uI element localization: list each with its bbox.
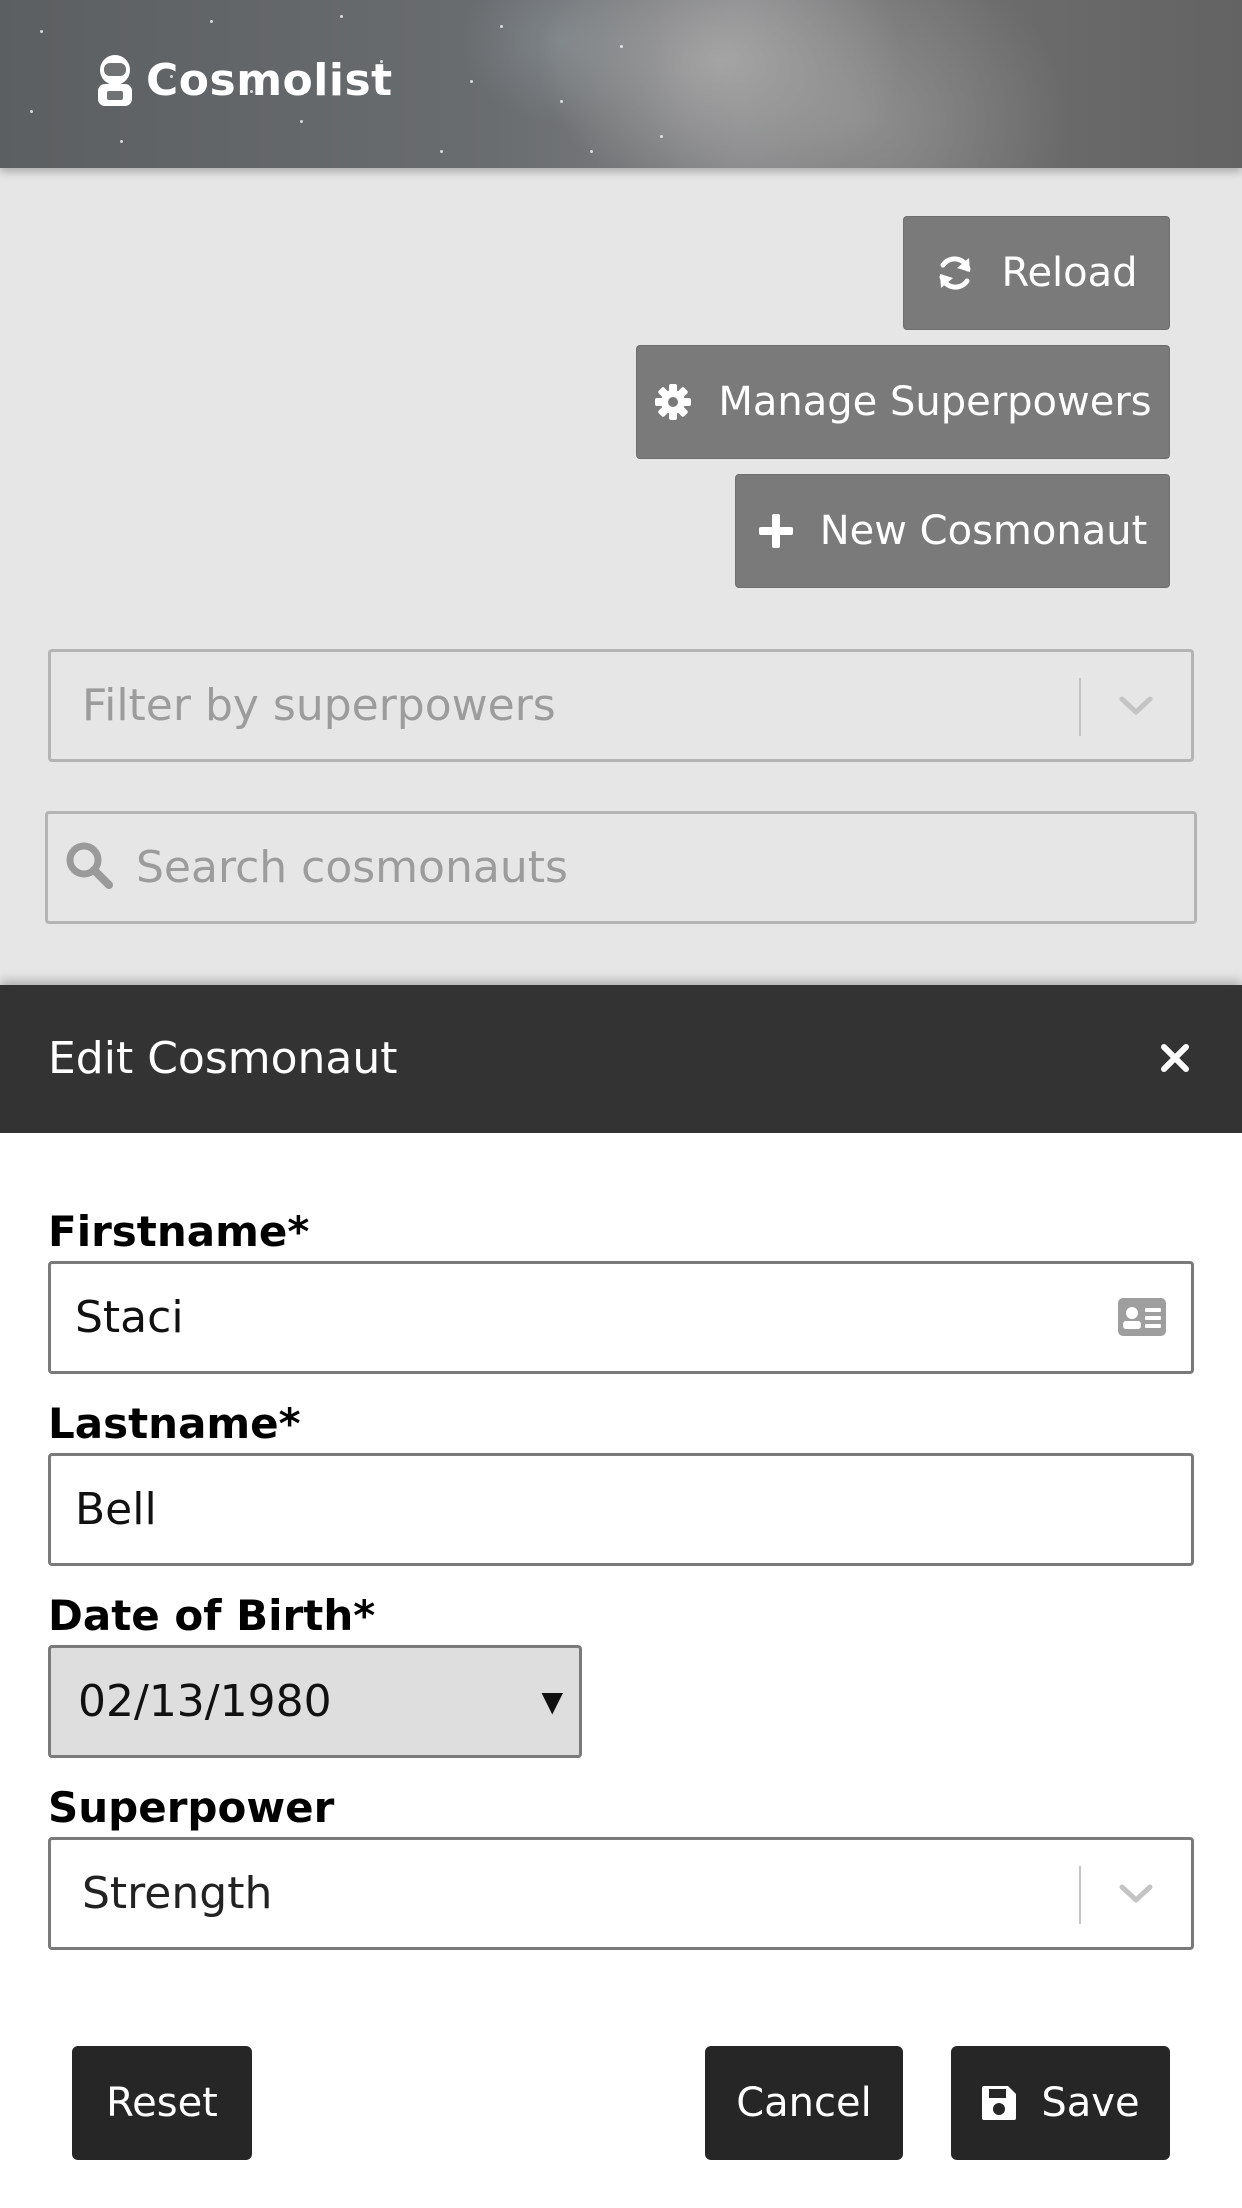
contact-card-icon[interactable]	[1118, 1298, 1166, 1336]
manage-superpowers-label: Manage Superpowers	[718, 379, 1152, 425]
date-of-birth-label: Date of Birth*	[48, 1591, 376, 1640]
chevron-down-icon[interactable]	[1117, 692, 1155, 718]
reset-button[interactable]: Reset	[72, 2046, 252, 2160]
plus-icon	[758, 514, 793, 548]
floppy-disk-icon	[982, 2086, 1017, 2120]
save-button-label: Save	[1041, 2080, 1140, 2126]
cancel-button[interactable]: Cancel	[705, 2046, 903, 2160]
select-divider	[1079, 678, 1081, 736]
modal-header: Edit Cosmonaut	[0, 985, 1242, 1133]
date-of-birth-select[interactable]: 02/13/1980 ▼	[48, 1645, 582, 1758]
lastname-label: Lastname*	[48, 1399, 301, 1448]
superpower-value: Strength	[82, 1868, 273, 1919]
close-icon[interactable]	[1158, 1041, 1192, 1075]
search-icon	[66, 842, 113, 889]
edit-cosmonaut-modal: Edit Cosmonaut Firstname* Lastname* Date…	[0, 985, 1242, 2208]
app-header: Cosmolist	[0, 0, 1242, 168]
superpower-filter-select[interactable]: Filter by superpowers	[48, 649, 1194, 762]
superpower-select[interactable]: Strength	[48, 1837, 1194, 1950]
lastname-field[interactable]	[48, 1453, 1194, 1566]
save-button[interactable]: Save	[951, 2046, 1170, 2160]
modal-title: Edit Cosmonaut	[48, 1033, 398, 1084]
cancel-button-label: Cancel	[736, 2080, 872, 2126]
date-of-birth-value: 02/13/1980	[78, 1676, 332, 1727]
gear-icon	[655, 384, 692, 420]
brand-name: Cosmolist	[146, 54, 393, 106]
firstname-label: Firstname*	[48, 1207, 310, 1256]
sync-icon	[939, 256, 971, 290]
manage-superpowers-button[interactable]: Manage Superpowers	[636, 345, 1170, 459]
chevron-down-icon[interactable]	[1117, 1880, 1155, 1906]
select-divider	[1079, 1866, 1081, 1924]
filter-placeholder: Filter by superpowers	[82, 680, 556, 731]
search-box	[45, 811, 1197, 924]
reset-button-label: Reset	[106, 2080, 218, 2126]
firstname-field[interactable]	[48, 1261, 1194, 1374]
astronaut-icon	[98, 55, 132, 106]
reload-button-label: Reload	[1001, 250, 1138, 296]
superpower-label: Superpower	[48, 1783, 335, 1832]
dropdown-arrow-icon: ▼	[541, 1685, 563, 1718]
reload-button[interactable]: Reload	[903, 216, 1170, 330]
brand[interactable]: Cosmolist	[92, 52, 393, 108]
new-cosmonaut-label: New Cosmonaut	[819, 508, 1148, 554]
new-cosmonaut-button[interactable]: New Cosmonaut	[735, 474, 1170, 588]
search-input[interactable]	[136, 814, 1176, 921]
